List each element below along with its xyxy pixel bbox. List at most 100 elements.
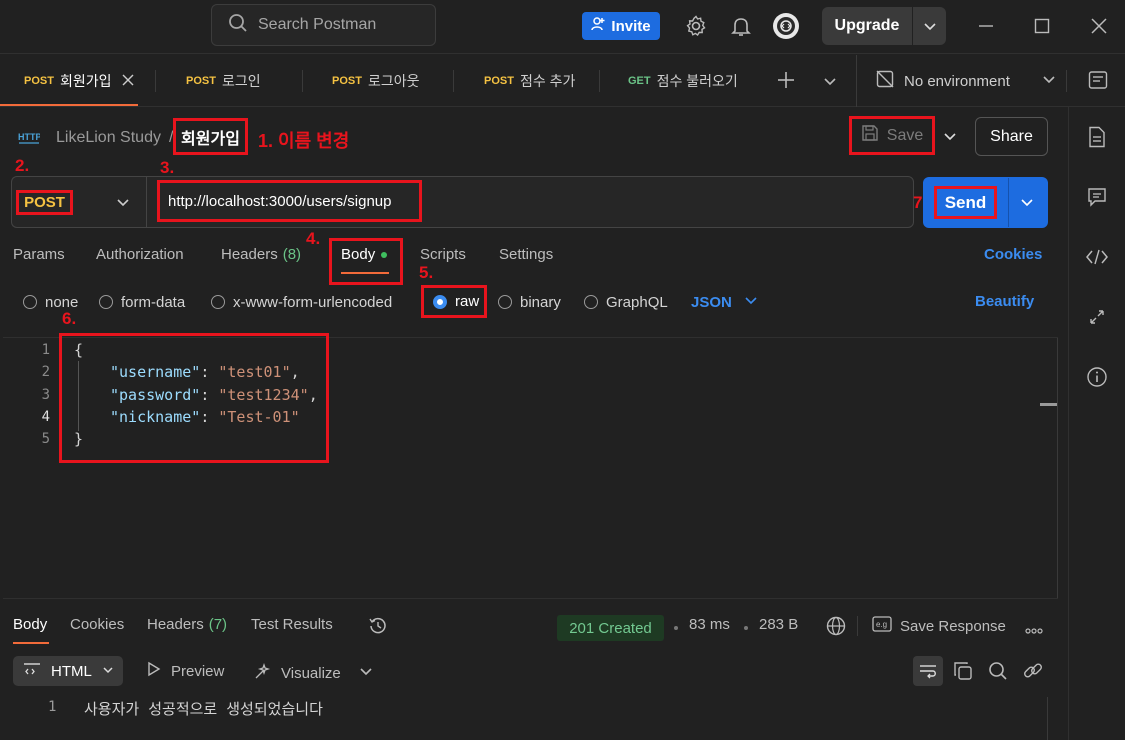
close-icon[interactable]: [1087, 14, 1111, 38]
tab-login[interactable]: POST 로그인: [186, 55, 261, 107]
comments-icon[interactable]: [1085, 185, 1109, 209]
tab-authorization[interactable]: Authorization: [96, 246, 184, 263]
json-value: "test01": [218, 363, 291, 381]
info-icon[interactable]: [1085, 365, 1109, 389]
invite-button[interactable]: Invite: [582, 12, 660, 40]
radio-none[interactable]: [23, 295, 37, 309]
separator-dot: [744, 626, 748, 630]
body-type-raw[interactable]: raw: [421, 285, 487, 318]
link-icon[interactable]: [1023, 661, 1043, 685]
send-options-chevron-icon[interactable]: [1020, 195, 1034, 213]
body-indicator-dot: [381, 251, 388, 258]
tab-label: 회원가입: [59, 73, 110, 89]
radio-binary[interactable]: [498, 295, 512, 309]
status-badge[interactable]: 201 Created: [557, 615, 664, 641]
radio-urlencoded-label: x-www-form-urlencoded: [233, 293, 393, 311]
body-type-form-data[interactable]: form-data: [99, 293, 185, 311]
body-type-urlencoded[interactable]: x-www-form-urlencoded: [211, 293, 392, 311]
save-response-icon: e.g: [872, 616, 892, 636]
tab-logout[interactable]: POST 로그아웃: [332, 55, 419, 107]
copy-icon[interactable]: [953, 661, 973, 685]
annotation-2: 2.: [15, 156, 30, 175]
upgrade-button[interactable]: Upgrade: [822, 7, 946, 45]
request-name[interactable]: 회원가입: [181, 125, 240, 149]
response-tab-test-results[interactable]: Test Results: [251, 616, 333, 633]
body-type-graphql[interactable]: GraphQL: [584, 293, 668, 311]
add-tab-icon[interactable]: [776, 70, 796, 94]
annotation-6: 6.: [62, 309, 77, 328]
cookies-link[interactable]: Cookies: [984, 246, 1042, 263]
chevron-down-icon: [1042, 72, 1056, 90]
tab-load-score[interactable]: GET 점수 불러오기: [628, 55, 738, 107]
response-size[interactable]: 283 B: [759, 616, 798, 633]
response-tab-body[interactable]: Body: [13, 616, 47, 633]
related-collections-icon[interactable]: [1085, 305, 1109, 329]
response-tab-cookies[interactable]: Cookies: [70, 616, 124, 633]
editor-scrollbar-thumb[interactable]: [1040, 403, 1057, 406]
chevron-down-icon[interactable]: [359, 664, 373, 682]
divider: [856, 55, 857, 107]
share-button[interactable]: Share: [975, 117, 1048, 156]
avatar[interactable]: [772, 12, 800, 44]
json-key: "password": [110, 386, 201, 404]
preview-label: Preview: [171, 662, 225, 680]
visualize-button[interactable]: Visualize: [253, 661, 373, 685]
json-value: "test1234": [218, 386, 309, 404]
tab-label: 점수 추가: [519, 73, 576, 89]
invite-label: Invite: [611, 17, 651, 35]
save-icon: [861, 124, 879, 147]
tab-headers[interactable]: Headers (8): [221, 246, 301, 263]
save-options-chevron-icon[interactable]: [943, 129, 957, 147]
save-response-button[interactable]: e.g Save Response: [872, 616, 1006, 636]
environment-selector[interactable]: No environment: [876, 70, 1056, 92]
radio-raw[interactable]: [433, 294, 447, 309]
code-icon[interactable]: [1085, 245, 1109, 269]
wrap-lines-icon[interactable]: [913, 656, 943, 686]
response-time[interactable]: 83 ms: [689, 616, 730, 633]
documentation-icon[interactable]: [1085, 125, 1109, 149]
body-type-binary[interactable]: binary: [498, 293, 561, 311]
url-value[interactable]: http://localhost:3000/users/signup: [168, 193, 391, 210]
divider: [1066, 70, 1067, 92]
tab-scripts[interactable]: Scripts: [420, 246, 466, 263]
annotation-box-url: http://localhost:3000/users/signup: [157, 180, 422, 222]
preview-button[interactable]: Preview: [147, 661, 224, 681]
response-tab-headers[interactable]: Headers (7): [147, 616, 227, 633]
bell-icon[interactable]: [729, 14, 753, 42]
minimize-icon[interactable]: [974, 14, 998, 38]
tab-add-score[interactable]: POST 점수 추가: [484, 55, 575, 107]
json-line-nickname: "nickname": "Test-01": [110, 408, 300, 426]
history-icon[interactable]: [368, 616, 388, 640]
format-selector[interactable]: JSON: [691, 293, 758, 311]
settings-gear-icon[interactable]: [684, 14, 708, 42]
radio-binary-label: binary: [520, 293, 561, 311]
radio-graphql[interactable]: [584, 295, 598, 309]
tab-params[interactable]: Params: [13, 246, 65, 263]
globe-icon[interactable]: [826, 616, 846, 640]
save-response-label: Save Response: [900, 617, 1006, 635]
view-format-selector[interactable]: HTML: [13, 656, 123, 686]
tab-method: POST: [484, 75, 514, 87]
tab-settings[interactable]: Settings: [499, 246, 553, 263]
tabs-dropdown-chevron-icon[interactable]: [823, 74, 837, 92]
maximize-icon[interactable]: [1030, 14, 1054, 38]
radio-urlencoded[interactable]: [211, 295, 225, 309]
close-tab-icon[interactable]: [122, 73, 134, 89]
tab-body[interactable]: Body: [341, 246, 388, 263]
breadcrumb-collection[interactable]: LikeLion Study: [56, 129, 161, 147]
send-button[interactable]: Send: [934, 186, 997, 219]
chevron-down-icon[interactable]: [913, 19, 946, 33]
environment-quicklook-icon[interactable]: [1088, 70, 1108, 94]
radio-form-data[interactable]: [99, 295, 113, 309]
json-key: "username": [110, 363, 201, 381]
tab-method: POST: [24, 75, 54, 87]
json-value: "Test-01": [218, 408, 300, 426]
beautify-button[interactable]: Beautify: [975, 293, 1034, 310]
more-options-icon[interactable]: [1025, 622, 1043, 639]
line-number: 2: [41, 364, 50, 380]
search-input[interactable]: Search Postman: [211, 4, 436, 46]
save-button[interactable]: Save: [849, 116, 935, 155]
tab-signup[interactable]: POST 회원가입: [24, 55, 134, 107]
search-icon[interactable]: [988, 661, 1008, 685]
json-comma: ,: [308, 386, 318, 404]
